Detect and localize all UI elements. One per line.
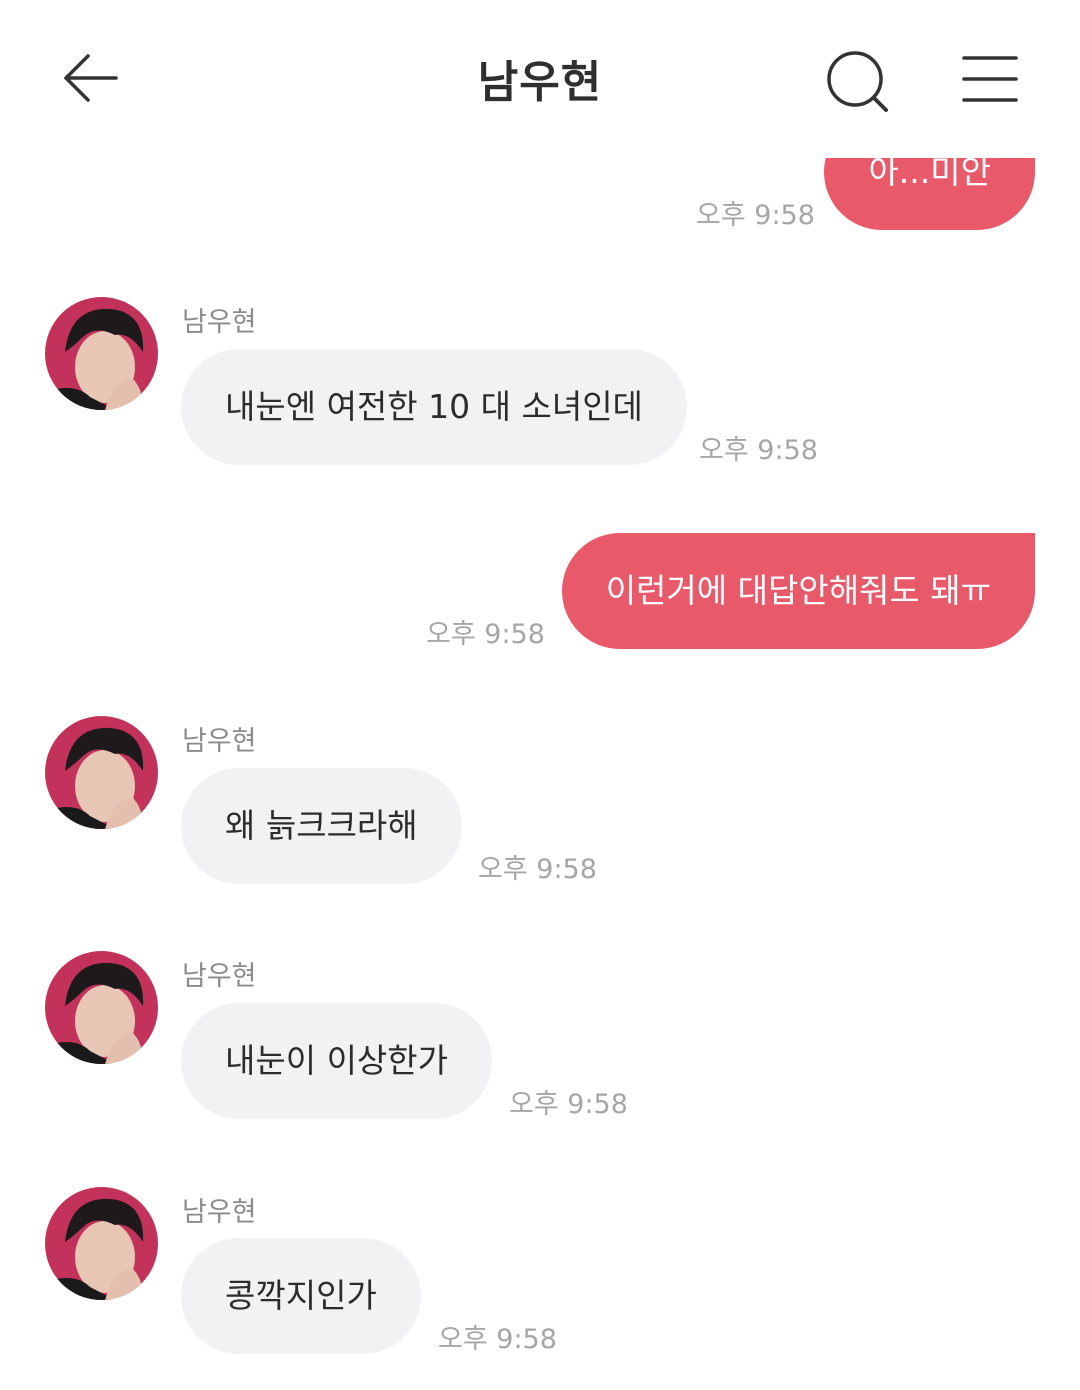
message-timestamp: 오후 9:58 xyxy=(478,854,597,885)
avatar[interactable] xyxy=(45,297,158,410)
message-text: 콩깍지인가 xyxy=(225,1276,377,1315)
page-title: 남우현 xyxy=(477,57,603,108)
search-button[interactable] xyxy=(822,46,892,116)
avatar[interactable] xyxy=(45,716,158,829)
avatar[interactable] xyxy=(45,1187,158,1300)
message-timestamp: 오후 9:58 xyxy=(699,435,818,466)
message-text: 내눈엔 여전한 10 대 소녀인데 xyxy=(225,387,643,426)
incoming-message-bubble[interactable]: 내눈엔 여전한 10 대 소녀인데 xyxy=(181,349,687,465)
sender-name: 남우현 xyxy=(182,307,257,338)
search-icon xyxy=(827,51,888,112)
message-text: 이런거에 대답안해줘도 돼ㅠ xyxy=(605,571,991,610)
menu-button[interactable] xyxy=(958,52,1022,108)
menu-icon xyxy=(962,56,1018,102)
sender-name: 남우현 xyxy=(182,726,257,757)
message-timestamp: 오후 9:58 xyxy=(426,619,545,650)
back-button[interactable] xyxy=(58,46,122,110)
avatar[interactable] xyxy=(45,951,158,1064)
chat-screen: 아...미안 오후 9:58 남우현 내눈엔 여전한 10 대 소녀인데 오후 … xyxy=(0,0,1080,1390)
outgoing-message-bubble[interactable]: 이런거에 대답안해줘도 돼ㅠ xyxy=(561,533,1035,649)
back-arrow-icon xyxy=(64,54,118,102)
message-text: 왜 늙크크라해 xyxy=(225,806,418,845)
incoming-message-bubble[interactable]: 왜 늙크크라해 xyxy=(181,768,462,884)
sender-name: 남우현 xyxy=(182,961,257,992)
sender-name: 남우현 xyxy=(182,1197,257,1228)
message-timestamp: 오후 9:58 xyxy=(438,1324,557,1355)
message-text: 내눈이 이상한가 xyxy=(225,1041,449,1080)
incoming-message-bubble[interactable]: 콩깍지인가 xyxy=(181,1238,421,1354)
message-list[interactable]: 아...미안 오후 9:58 남우현 내눈엔 여전한 10 대 소녀인데 오후 … xyxy=(0,0,1080,1390)
incoming-message-bubble[interactable]: 내눈이 이상한가 xyxy=(181,1003,493,1119)
message-timestamp: 오후 9:58 xyxy=(696,200,815,231)
chat-header: 남우현 xyxy=(0,0,1080,158)
message-timestamp: 오후 9:58 xyxy=(509,1089,628,1120)
